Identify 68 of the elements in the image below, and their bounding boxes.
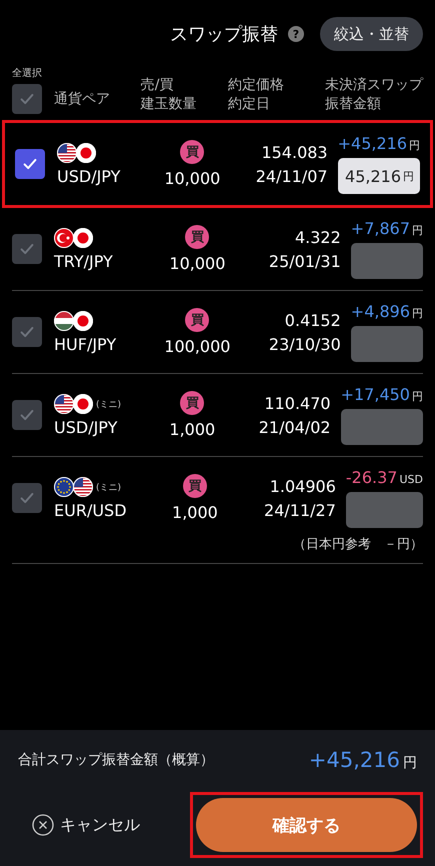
flag-icon xyxy=(54,394,74,414)
buy-badge: 買 xyxy=(180,391,204,415)
swap-amount: +17,450 xyxy=(340,385,410,404)
checkbox[interactable] xyxy=(12,483,42,513)
quantity: 1,000 xyxy=(172,503,218,522)
unit-label: USD xyxy=(399,473,423,486)
flag-icon xyxy=(54,477,74,497)
quantity: 100,000 xyxy=(164,337,230,356)
column-header: 売/買 建玉数量 xyxy=(140,76,198,114)
currency-pair: EUR/USD xyxy=(54,501,128,520)
unit-label: 円 xyxy=(409,138,420,153)
buy-badge: 買 xyxy=(182,474,207,498)
checkbox[interactable] xyxy=(12,317,42,347)
swap-amount: +45,216 xyxy=(338,134,407,153)
flag-icon xyxy=(73,311,93,331)
cancel-button[interactable]: キャンセル xyxy=(12,814,182,836)
flag-icon xyxy=(76,143,96,163)
checkbox[interactable] xyxy=(12,84,42,114)
help-icon[interactable]: ? xyxy=(288,26,304,42)
trade-price: 154.083 xyxy=(261,142,328,162)
flag-icon xyxy=(54,228,74,248)
total-label: 合計スワップ振替金額（概算） xyxy=(18,751,214,769)
transfer-amount-field[interactable]: 45,216 円 xyxy=(338,158,420,194)
select-all-label: 全選択 xyxy=(12,67,43,80)
unit-label: 円 xyxy=(403,755,417,771)
flag-icon xyxy=(54,311,74,331)
buy-badge: 買 xyxy=(180,140,204,164)
currency-pair: USD/JPY xyxy=(57,167,122,186)
swap-amount: -26.37 xyxy=(346,468,398,487)
trade-date: 21/04/02 xyxy=(258,418,331,436)
checkbox[interactable] xyxy=(12,400,42,430)
quantity: 10,000 xyxy=(164,169,220,188)
mini-label: (ミニ) xyxy=(96,482,122,494)
trade-date: 24/11/07 xyxy=(256,166,328,186)
trade-price: 4.322 xyxy=(294,228,341,246)
column-header: 通貨ペア xyxy=(54,90,110,108)
trade-date: 25/01/31 xyxy=(268,252,341,270)
trade-price: 0.4152 xyxy=(284,310,341,330)
filter-sort-button[interactable]: 絞込・並替 xyxy=(320,17,423,51)
column-header: 約定価格 約定日 xyxy=(228,76,285,114)
column-header: 未決済スワップ 振替金額 xyxy=(325,76,423,114)
unit-label: 円 xyxy=(412,223,423,238)
flag-icon xyxy=(73,477,93,497)
quantity: 1,000 xyxy=(169,420,216,439)
mini-label: (ミニ) xyxy=(96,398,122,410)
swap-amount: +7,867 xyxy=(350,219,410,238)
currency-pair: TRY/JPY xyxy=(54,252,114,271)
quantity: 10,000 xyxy=(169,254,226,273)
page-title: スワップ振替 xyxy=(170,23,278,46)
flag-icon xyxy=(57,143,77,163)
checkbox[interactable] xyxy=(12,234,42,264)
trade-price: 1.04906 xyxy=(270,476,336,496)
unit-label: 円 xyxy=(412,389,423,404)
currency-pair: USD/JPY xyxy=(54,418,118,437)
trade-price: 110.470 xyxy=(264,394,331,412)
flag-icon xyxy=(73,394,93,414)
close-icon xyxy=(32,814,54,836)
buy-badge: 買 xyxy=(185,308,210,332)
swap-amount: +4,896 xyxy=(350,302,410,321)
checkbox[interactable] xyxy=(15,149,45,179)
buy-badge: 買 xyxy=(185,225,210,249)
total-amount: +45,216 xyxy=(308,748,400,772)
unit-label: 円 xyxy=(412,306,423,321)
trade-date: 23/10/30 xyxy=(268,334,341,354)
reference-note: （日本円参考 －円） xyxy=(292,536,423,554)
currency-pair: HUF/JPY xyxy=(54,335,118,354)
trade-date: 24/11/27 xyxy=(264,500,336,520)
flag-icon xyxy=(73,228,93,248)
